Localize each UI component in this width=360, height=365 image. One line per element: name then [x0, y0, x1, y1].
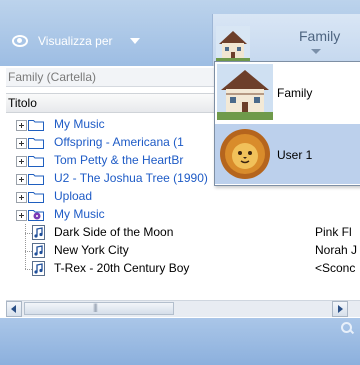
tree-row-track[interactable]: T-Rex - 20th Century Boy <Sconc	[6, 260, 360, 278]
expand-icon[interactable]	[16, 156, 27, 167]
tree-row-track[interactable]: New York City Norah J	[6, 242, 360, 260]
chevron-down-icon	[130, 38, 141, 44]
tree-row-folder[interactable]: Upload	[6, 188, 360, 206]
folder-icon	[28, 156, 44, 167]
tree-row-label: My Music	[54, 207, 105, 221]
view-by-button[interactable]: Visualizza per	[12, 34, 141, 48]
menu-item-family[interactable]: Family	[215, 62, 360, 122]
eye-icon	[12, 35, 28, 47]
scrollbar-thumb[interactable]	[24, 302, 174, 315]
toolbar: Visualizza per Family	[0, 0, 360, 66]
tree-row-label: Dark Side of the Moon	[54, 225, 174, 239]
horizontal-scrollbar[interactable]	[6, 300, 360, 317]
current-user-label: Family	[299, 28, 341, 44]
expand-icon[interactable]	[16, 210, 27, 221]
menu-item-user-1[interactable]: User 1	[215, 124, 360, 184]
house-icon	[217, 64, 273, 120]
lion-icon	[217, 126, 273, 182]
tree-row-label: U2 - The Joshua Tree (1990)	[54, 171, 208, 185]
tree-row-label: T-Rex - 20th Century Boy	[54, 261, 190, 275]
tree-row-artist: <Sconc	[315, 261, 356, 275]
scroll-right-button[interactable]	[332, 301, 348, 317]
tree-row-label: Upload	[54, 189, 93, 203]
tree-row-label: New York City	[54, 243, 129, 257]
tree-row-label: Offspring - Americana (1	[54, 135, 184, 149]
folder-icon	[28, 120, 44, 131]
scroll-left-button[interactable]	[6, 301, 22, 317]
chevron-down-icon	[311, 49, 321, 54]
music-note-icon	[32, 225, 45, 240]
tree-row-track[interactable]: Dark Side of the Moon Pink Fl	[6, 224, 360, 242]
expand-icon[interactable]	[16, 120, 27, 131]
house-icon	[216, 26, 250, 62]
folder-icon	[28, 192, 44, 203]
tree-row-artist: Norah J	[315, 243, 358, 257]
bottom-bar	[0, 318, 360, 365]
expand-icon[interactable]	[16, 174, 27, 185]
tree-row-playlist[interactable]: My Music	[6, 206, 360, 224]
tree-row-label: Tom Petty & the HeartBr	[54, 153, 184, 167]
folder-icon	[28, 138, 44, 149]
expand-icon[interactable]	[16, 138, 27, 149]
folder-icon	[28, 174, 44, 185]
playlist-folder-icon	[28, 210, 44, 221]
tree-row-artist: Pink Fl	[315, 225, 352, 239]
music-note-icon	[32, 261, 45, 276]
tree-row-label: My Music	[54, 117, 105, 131]
menu-item-label: User 1	[277, 148, 313, 162]
menu-item-label: Family	[277, 86, 313, 100]
user-switcher-button[interactable]: Family	[212, 14, 360, 66]
music-note-icon	[32, 243, 45, 258]
search-icon[interactable]	[341, 322, 352, 333]
view-by-label: Visualizza per	[38, 34, 113, 48]
user-dropdown-menu: Family User 1	[214, 61, 360, 186]
expand-icon[interactable]	[16, 192, 27, 203]
